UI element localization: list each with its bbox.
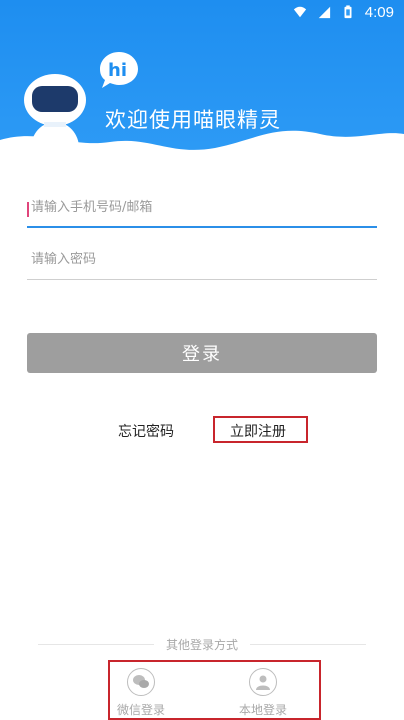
signal-icon — [318, 6, 330, 19]
divider-line — [38, 643, 154, 645]
wifi-icon — [293, 6, 306, 18]
header-wave — [0, 130, 404, 175]
wechat-icon — [127, 668, 155, 696]
local-login-label: 本地登录 — [238, 703, 287, 717]
hi-logo-icon: hi — [100, 52, 138, 88]
password-input[interactable] — [27, 240, 377, 279]
register-link[interactable]: 立即注册 — [230, 421, 286, 441]
text-cursor — [27, 202, 29, 217]
wechat-login-label: 微信登录 — [116, 703, 165, 717]
header-banner: 4:09 hi 欢迎使用喵眼精灵 — [0, 0, 404, 175]
user-icon — [249, 668, 277, 696]
account-input[interactable] — [27, 188, 377, 226]
password-field[interactable] — [27, 240, 377, 280]
account-field[interactable] — [27, 188, 377, 228]
other-login-title: 其他登录方式 — [166, 637, 239, 652]
login-button[interactable]: 登录 — [27, 333, 377, 373]
divider-line — [250, 643, 367, 645]
other-login-divider: 其他登录方式 — [38, 636, 367, 652]
wechat-login-button[interactable]: 微信登录 — [106, 668, 176, 718]
local-login-button[interactable]: 本地登录 — [228, 668, 298, 718]
battery-icon — [344, 5, 352, 19]
status-bar: 4:09 — [0, 0, 404, 24]
svg-text:hi: hi — [108, 60, 127, 81]
status-time: 4:09 — [364, 3, 394, 21]
forgot-password-link[interactable]: 忘记密码 — [118, 421, 174, 441]
